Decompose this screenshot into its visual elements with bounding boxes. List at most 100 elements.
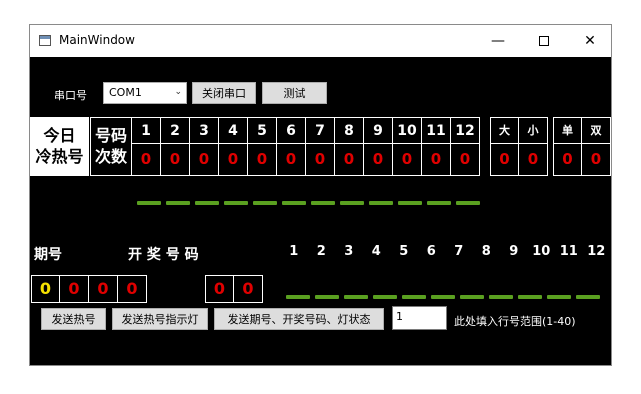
chevron-down-icon: ⌄ [174,87,182,97]
number-count-grid: 10 20 30 40 50 60 70 80 90 10 0 11 0 12 0 [132,117,480,176]
indicator-light [195,201,219,205]
column-count: 0 [285,150,297,168]
today-hot-cold-header: 今日 冷热号 [30,117,89,176]
column-count: 0 [372,150,384,168]
indicator-light [166,201,190,205]
column-count: 0 [198,150,210,168]
indicator-light [489,295,513,299]
indicator-light [456,201,480,205]
indicator-light [518,295,542,299]
position-number: 1 [289,244,299,259]
position-number: 4 [371,244,381,259]
position-number: 11 [559,244,578,259]
send-period-prize-button[interactable]: 发送期号、开奖号码、灯状态 [214,308,384,330]
close-port-button[interactable]: 关闭串口 [192,82,256,104]
column-number: 1 [132,118,160,144]
column-count: 0 [169,150,181,168]
indicator-light [340,201,364,205]
lower-indicator-lights [286,295,605,299]
period-digits: 0 0 0 0 [31,275,147,303]
parity-grid: 单0 双0 [553,117,611,176]
period-label: 期号 [34,247,62,263]
row-range-input[interactable]: 1 [392,306,447,330]
count-column: 10 [132,117,161,176]
size-column-big: 大0 [490,117,519,176]
column-count: 0 [227,150,239,168]
column-count: 0 [314,150,326,168]
column-count: 0 [343,150,355,168]
row-range-hint: 此处填入行号范围(1-40) [454,315,576,328]
indicator-light [253,201,277,205]
column-number: 2 [161,118,189,144]
count-column: 10 0 [393,117,422,176]
upper-indicator-lights [137,201,485,205]
count-column: 60 [277,117,306,176]
period-digit: 0 [118,275,147,303]
indicator-light [286,295,310,299]
indicator-light [344,295,368,299]
small-label: 小 [519,118,547,144]
position-numbers: 1 2 3 4 5 6 7 8 9 10 11 12 [280,244,610,259]
position-number: 2 [316,244,326,259]
position-number: 6 [426,244,436,259]
count-label: 次数 [94,147,127,166]
period-digit: 0 [89,275,118,303]
title-bar[interactable]: MainWindow — ✕ [30,25,611,57]
position-number: 3 [344,244,354,259]
close-button[interactable]: ✕ [567,25,613,57]
count-column: 80 [335,117,364,176]
serial-port-value: COM1 [109,86,142,99]
even-count: 0 [590,150,602,168]
period-digit: 0 [31,275,60,303]
small-count: 0 [527,150,539,168]
prize-digits: 0 0 [205,275,263,303]
position-number: 8 [481,244,491,259]
size-column-small: 小0 [519,117,548,176]
test-button[interactable]: 测试 [262,82,327,104]
column-count: 0 [401,150,413,168]
count-column: 70 [306,117,335,176]
count-column: 30 [190,117,219,176]
indicator-light [369,201,393,205]
send-hot-numbers-button[interactable]: 发送热号 [41,308,106,330]
number-label: 号码 [94,126,127,145]
column-number: 9 [364,118,392,144]
column-count: 0 [430,150,442,168]
parity-column-even: 双0 [582,117,611,176]
position-number: 10 [532,244,551,259]
column-count: 0 [256,150,268,168]
indicator-light [224,201,248,205]
column-number: 10 [393,118,421,144]
prize-digit: 0 [205,275,234,303]
big-count: 0 [499,150,510,168]
send-hot-light-button[interactable]: 发送热号指示灯 [112,308,208,330]
big-label: 大 [491,118,518,144]
count-column: 40 [219,117,248,176]
column-number: 3 [190,118,218,144]
serial-port-label: 串口号 [54,89,87,102]
minimize-icon: — [491,33,505,49]
maximize-button[interactable] [521,25,567,57]
column-count: 0 [459,150,471,168]
count-column: 12 0 [451,117,480,176]
serial-port-select[interactable]: COM1 ⌄ [103,82,187,104]
position-number: 12 [587,244,606,259]
main-window: MainWindow — ✕ 串口号 COM1 ⌄ 关闭串口 测试 今日 冷热号… [29,24,612,366]
column-number: 6 [277,118,305,144]
count-column: 11 0 [422,117,451,176]
column-number: 7 [306,118,334,144]
indicator-light [373,295,397,299]
hot-cold-label: 冷热号 [35,147,84,166]
indicator-light [315,295,339,299]
close-icon: ✕ [584,33,596,49]
indicator-light [137,201,161,205]
number-count-header: 号码 次数 [90,117,132,176]
prize-number-label: 开 奖 号 码 [128,247,199,263]
even-label: 双 [582,118,610,144]
period-digit: 0 [60,275,89,303]
size-grid: 大0 小0 [490,117,548,176]
minimize-button[interactable]: — [475,25,521,57]
column-number: 11 [422,118,450,144]
column-number: 12 [451,118,479,144]
position-number: 5 [399,244,409,259]
